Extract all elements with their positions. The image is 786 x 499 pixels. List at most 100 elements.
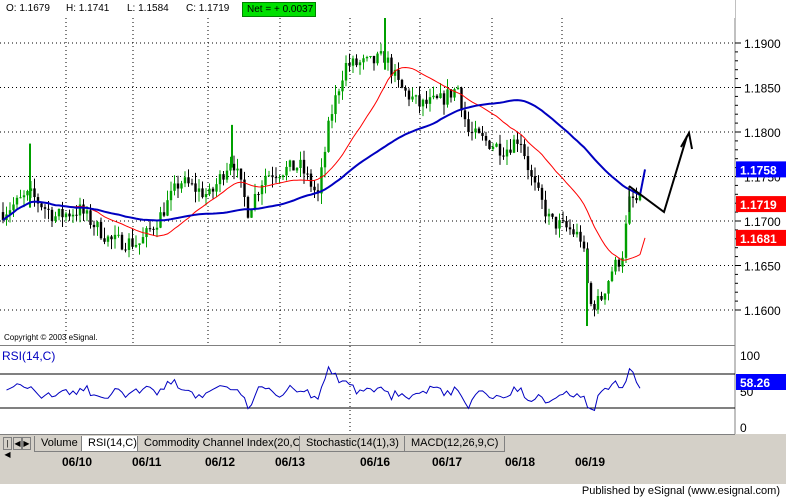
candle-body: [26, 191, 29, 196]
price-tick-label: 1.1600: [744, 304, 781, 318]
net-change-badge: Net = + 0.0037: [242, 2, 316, 17]
candle-body: [617, 259, 621, 267]
tab-rsi[interactable]: RSI(14,C): [81, 436, 144, 452]
candle-body: [145, 228, 148, 238]
candle-body: [540, 187, 544, 200]
candle-body: [533, 176, 537, 183]
candle-body: [582, 241, 586, 249]
candle-body: [495, 143, 498, 147]
ohlc-header: O: 1.1679 H: 1.1741 L: 1.1584 C: 1.1719 …: [0, 0, 735, 18]
candle-body: [120, 234, 124, 250]
date-label: 06/19: [575, 455, 605, 469]
candle-body: [211, 188, 215, 192]
tab-cci[interactable]: Commodity Channel Index(20,C): [137, 436, 312, 452]
candle-body: [99, 221, 103, 239]
candle-body: [173, 183, 176, 191]
candle-body: [246, 197, 250, 218]
rsi-tick-label: 0: [740, 421, 747, 435]
candle-body: [239, 168, 243, 180]
candle-body: [593, 303, 596, 310]
candle-body: [197, 188, 201, 192]
candle-body: [575, 231, 579, 235]
tab-stochastic[interactable]: Stochastic(14(1),3): [299, 436, 406, 452]
candle-body: [365, 57, 369, 59]
candle-body: [302, 159, 306, 174]
candle-body: [106, 236, 110, 242]
candle-body: [295, 167, 299, 171]
candle-body: [565, 220, 568, 228]
tab-volume[interactable]: Volume: [34, 436, 85, 452]
candle-body: [572, 229, 575, 235]
candle-body: [180, 183, 183, 189]
candle-body: [274, 177, 278, 179]
candle-body: [92, 224, 96, 228]
tab-macd[interactable]: MACD(12,26,9,C): [404, 436, 506, 452]
candle-body: [253, 193, 257, 210]
next-tab-icon[interactable]: ▶: [22, 437, 31, 450]
candle-body: [362, 58, 365, 63]
candle-body: [71, 214, 75, 217]
candle-body: [278, 177, 281, 179]
candle-body: [481, 132, 484, 136]
candle-body: [47, 208, 50, 210]
candle-body: [327, 120, 330, 152]
candle-body: [15, 197, 19, 205]
date-label: 06/12: [205, 455, 235, 469]
candle-body: [19, 197, 22, 199]
copyright-text: Copyright © 2003 eSignal.: [4, 333, 98, 342]
candle-body: [561, 220, 565, 222]
candle-body: [309, 173, 313, 187]
candle-body: [411, 96, 414, 100]
candle-body: [404, 87, 407, 91]
candle-body: [596, 295, 600, 310]
date-label: 06/11: [132, 455, 162, 469]
candle-body: [428, 97, 432, 104]
price-tick-label: 1.1700: [744, 215, 781, 229]
candle-body: [400, 79, 404, 88]
candle-body: [201, 188, 204, 198]
candle-body: [208, 188, 211, 195]
rsi-panel-title: RSI(14,C): [2, 349, 56, 363]
candle-body: [127, 238, 131, 250]
prev-tab-icon[interactable]: ◀: [13, 437, 22, 450]
candle-body: [190, 183, 194, 185]
low-value: L: 1.1584: [127, 3, 169, 14]
rsi-panel[interactable]: [0, 346, 735, 434]
candle-body: [204, 194, 208, 198]
candle-body: [614, 259, 617, 272]
candle-body: [264, 175, 267, 186]
candle-body: [40, 203, 43, 208]
candle-body: [103, 238, 106, 242]
candle-body: [421, 99, 425, 107]
date-label: 06/10: [62, 455, 92, 469]
candle-body: [414, 95, 418, 97]
candle-body: [603, 293, 607, 300]
candle-body: [519, 143, 523, 145]
price-tick-label: 1.1650: [744, 260, 781, 274]
first-tab-icon[interactable]: |◀: [3, 437, 12, 459]
candle-body: [456, 87, 460, 90]
footer-bar: Published by eSignal (www.esignal.com): [0, 484, 786, 499]
candle-body: [554, 216, 558, 229]
candle-body: [12, 204, 15, 211]
price-panel[interactable]: [0, 18, 735, 345]
candle-body: [54, 216, 57, 221]
candle-body: [323, 151, 327, 168]
candle-body: [134, 244, 138, 247]
close-value: C: 1.1719: [186, 3, 230, 14]
high-value: H: 1.1741: [66, 3, 110, 14]
candle-body: [547, 213, 551, 217]
candle-body: [516, 139, 519, 144]
candle-body: [117, 234, 120, 236]
candle-body: [257, 193, 260, 195]
price-tag-label: 1.1719: [740, 198, 777, 212]
candle-body: [267, 175, 271, 177]
candle-body: [222, 174, 225, 180]
candle-body: [474, 128, 477, 133]
candle-body: [435, 95, 439, 98]
candle-body: [176, 183, 180, 189]
candle-body: [568, 227, 572, 230]
candle-body: [446, 89, 449, 105]
candle-body: [344, 62, 348, 81]
candle-body: [166, 200, 169, 216]
